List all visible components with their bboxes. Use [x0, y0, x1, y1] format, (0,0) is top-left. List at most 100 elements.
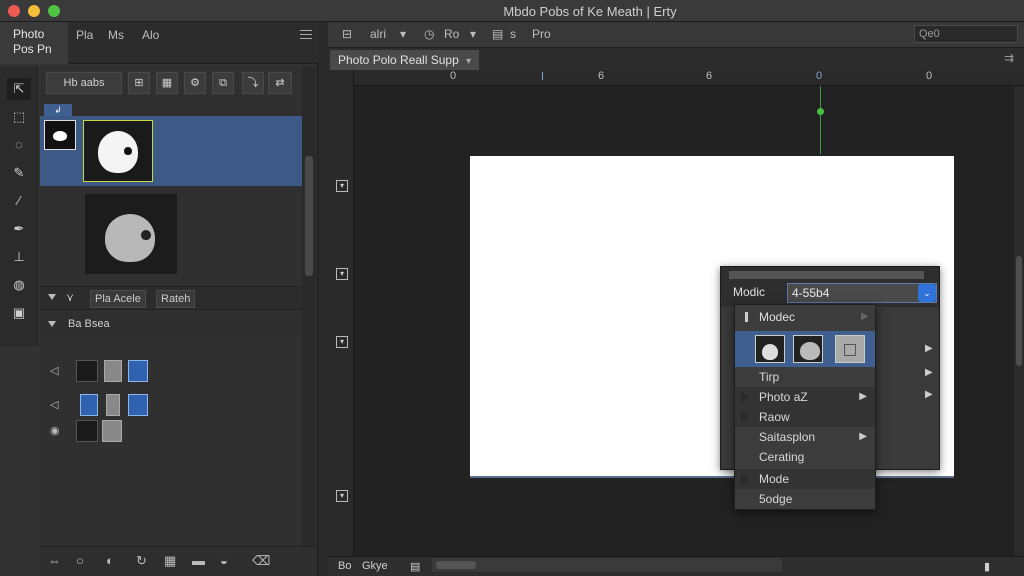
minimize-window-button[interactable] [28, 5, 40, 17]
layer-thumb[interactable] [80, 394, 98, 416]
clock-icon[interactable]: ◷ [424, 27, 434, 41]
canvas-vertical-scrollbar[interactable] [1014, 86, 1024, 556]
canvas-horizontal-scrollbar[interactable] [432, 558, 782, 572]
status-arrow-icon[interactable]: ▤ [410, 560, 420, 573]
visibility-icon[interactable]: ◁ [50, 398, 58, 411]
layer-filter-button[interactable]: Hb aabs [46, 72, 122, 94]
layer-row[interactable]: ◉ [40, 418, 302, 444]
selected-layer-row[interactable] [40, 116, 302, 186]
ruler-tick: 0 [450, 70, 457, 82]
trash-icon[interactable]: ⌫ [252, 553, 270, 569]
more-icon[interactable]: ⇉ [1004, 51, 1014, 65]
chevron-right-icon[interactable]: ▶ [925, 389, 933, 400]
grid-icon[interactable]: ▦ [156, 72, 178, 94]
mode-label: Modic [733, 285, 766, 299]
layer-row[interactable]: ◁ [40, 358, 302, 384]
menu-item-4[interactable]: Saitasplon ▶ [735, 427, 875, 447]
option-2[interactable]: Ro [444, 27, 459, 41]
layer-effect-thumb[interactable] [102, 420, 122, 442]
tool-preset-icon[interactable]: ⊟ [342, 27, 352, 41]
guide-line[interactable] [820, 86, 821, 154]
visibility-icon[interactable]: ◉ [50, 424, 60, 437]
dropdown-icon[interactable]: ▾ [470, 27, 476, 41]
preset-thumbnail[interactable] [835, 335, 865, 363]
layers-scrollbar[interactable] [302, 66, 316, 576]
layers-footer: ⇔ ○ ◐ ↻ ▦ ▬ ◒ ⌫ [40, 546, 316, 576]
settings-icon[interactable]: ⚙ [184, 72, 206, 94]
guide-handle[interactable] [817, 108, 824, 115]
panel-tab-3[interactable]: Alo [142, 28, 159, 42]
zoom-window-button[interactable] [48, 5, 60, 17]
visibility-icon[interactable]: ◁ [50, 364, 58, 377]
app-name: Photo Pos Pn [0, 22, 68, 64]
expand-icon[interactable] [48, 321, 56, 327]
option-3[interactable]: Pro [532, 27, 551, 41]
document-tab[interactable]: Photo Polo Reall Supp ▾ [330, 50, 480, 70]
layer-mask-thumbnail[interactable] [44, 120, 76, 150]
menu-item-7[interactable]: 5odge [735, 489, 875, 509]
preset-thumbnail[interactable] [755, 335, 785, 363]
dropdown-icon[interactable]: ▾ [400, 27, 406, 41]
option-1[interactable]: alri [370, 27, 386, 41]
marquee-tool-icon[interactable]: ⬚ [7, 106, 31, 128]
duplicate-icon[interactable]: ⧉ [212, 72, 234, 94]
layer-thumbnail[interactable] [83, 120, 153, 182]
layer-link-thumb[interactable] [128, 394, 148, 416]
layer-thumb[interactable] [76, 360, 98, 382]
status-doc-info[interactable]: Gkye [362, 560, 388, 572]
layer-thumb[interactable] [76, 420, 98, 442]
chevron-down-icon[interactable]: ⌄ [918, 284, 936, 302]
context-menu: Modec ▶ Tirp Photo aZ ▶ Raow Saitasplon … [734, 304, 876, 510]
rotate-icon[interactable]: ↻ [136, 553, 147, 569]
workspace-select[interactable]: Qe0 [914, 25, 1018, 43]
adjust-tool-icon[interactable]: ◍ [7, 274, 31, 296]
preset-thumbnail[interactable] [793, 335, 823, 363]
camera-tool-icon[interactable]: ▣ [7, 302, 31, 324]
circle-icon[interactable]: ○ [76, 553, 84, 568]
align-icon[interactable]: ▤ [492, 27, 503, 41]
group-button[interactable]: Rateh [156, 290, 196, 308]
brush-tool-icon[interactable]: ✎ [7, 162, 31, 184]
mode-select[interactable]: 4-55b4 ⌄ [787, 283, 937, 303]
scroll-end-icon[interactable]: ▮ [984, 560, 990, 573]
folder-icon[interactable]: ▬ [192, 553, 205, 568]
marker-icon [741, 473, 749, 485]
panel-tab-2[interactable]: Ms [108, 28, 124, 42]
panel-menu-icon[interactable] [300, 30, 312, 42]
layer-row[interactable]: ◁ [40, 392, 302, 418]
layer-preview-thumbnail[interactable] [85, 194, 177, 274]
menu-item-6[interactable]: Mode [735, 469, 875, 489]
panel-divider[interactable] [318, 22, 328, 576]
stamp-tool-icon[interactable]: ⊥ [7, 246, 31, 268]
menu-item-label: Photo aZ [759, 390, 808, 404]
panel-tab-1[interactable]: Pla [76, 28, 93, 42]
chevron-down-icon[interactable]: ▾ [466, 56, 471, 67]
menu-header[interactable]: Modec ▶ [735, 305, 875, 329]
link-layers-icon[interactable]: ⇔ [48, 553, 61, 568]
mask-icon[interactable]: ◒ [220, 553, 228, 568]
layer-group-row-1[interactable]: ⋎ Pla Acele Rateh [40, 286, 302, 310]
merge-icon[interactable]: ⇄ [268, 72, 292, 94]
menu-item-3[interactable]: Raow [735, 407, 875, 427]
grid-icon[interactable]: ▦ [164, 553, 176, 569]
chevron-right-icon[interactable]: ▶ [925, 343, 933, 354]
collapse-tab-icon[interactable]: ↲ [44, 104, 72, 116]
move-tool-icon[interactable]: ⇱ [7, 78, 31, 100]
lasso-tool-icon[interactable]: ◌ [7, 134, 31, 156]
link-icon[interactable]: ⤵ [242, 72, 264, 94]
chevron-right-icon[interactable]: ▶ [925, 367, 933, 378]
layer-group-row-2[interactable]: Ba Bsea [40, 314, 302, 336]
new-layer-icon[interactable]: ⊞ [128, 72, 150, 94]
eyedropper-tool-icon[interactable]: ⁄ [7, 190, 31, 212]
layer-effect-thumb[interactable] [104, 360, 122, 382]
layer-effect-thumb[interactable] [106, 394, 120, 416]
layer-link-thumb[interactable] [128, 360, 148, 382]
menu-item-2[interactable]: Photo aZ ▶ [735, 387, 875, 407]
adjustment-icon[interactable]: ◐ [106, 553, 114, 568]
menu-item-5[interactable]: Cerating [735, 447, 875, 467]
expand-icon[interactable] [48, 294, 56, 300]
close-window-button[interactable] [8, 5, 20, 17]
ruler-marker-icon: ▾ [336, 336, 348, 348]
menu-item-1[interactable]: Tirp [735, 367, 875, 387]
pen-tool-icon[interactable]: ✒ [7, 218, 31, 240]
